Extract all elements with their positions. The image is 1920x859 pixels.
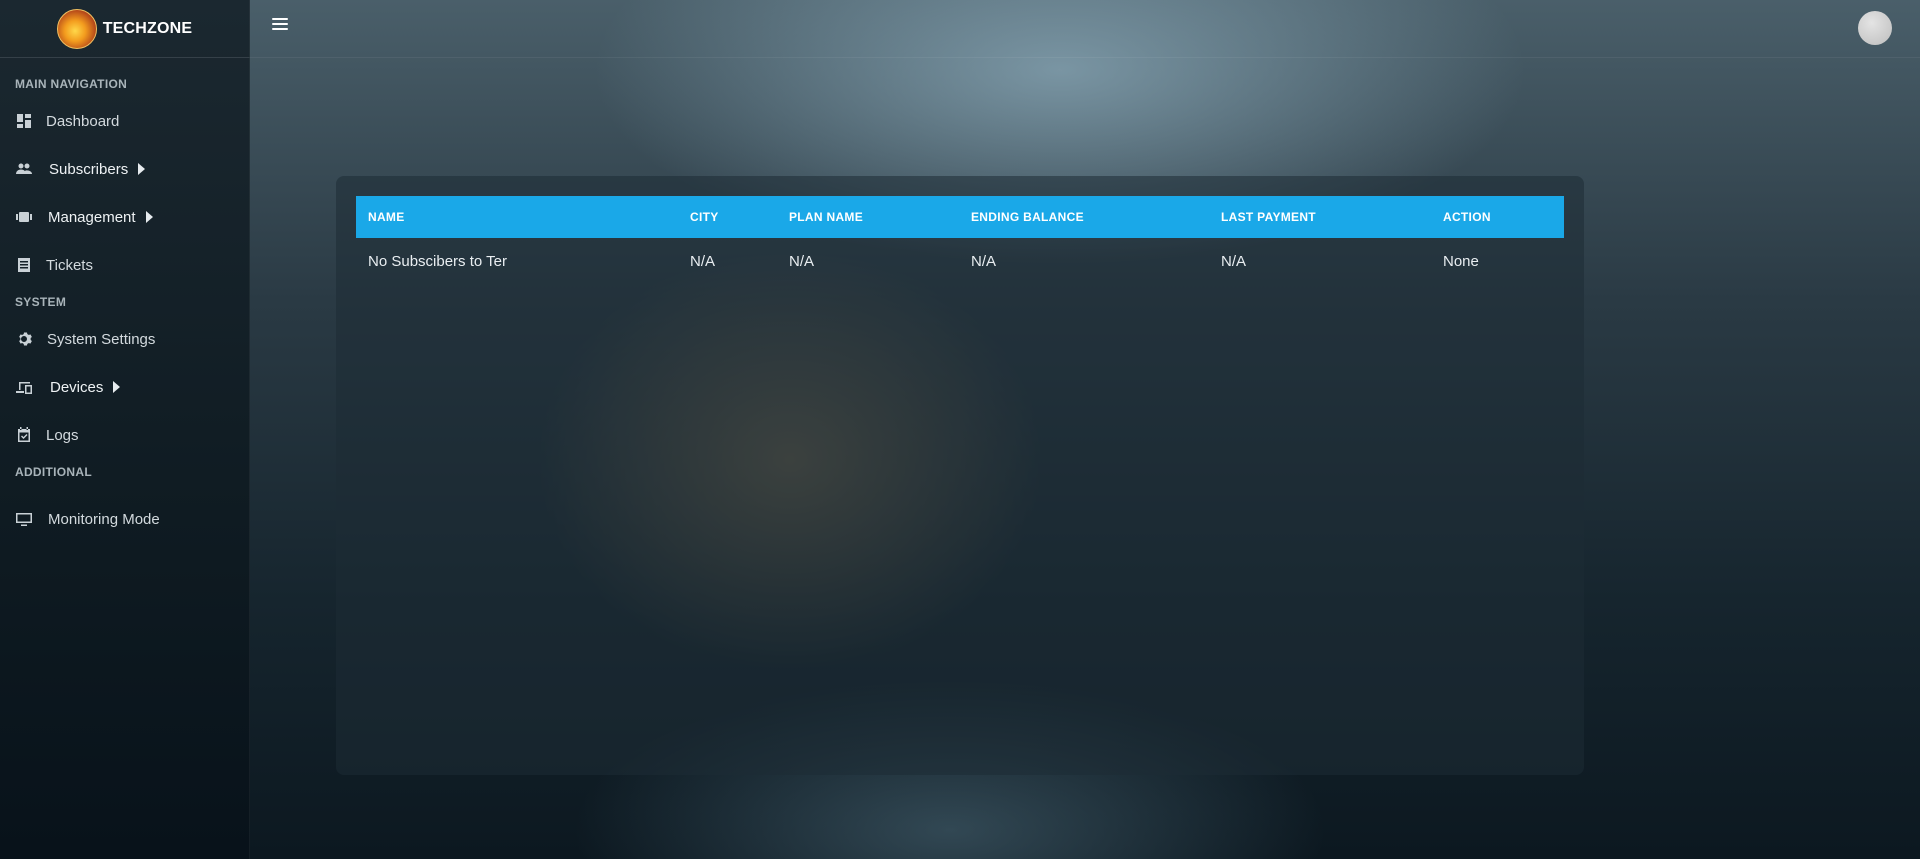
section-label-system: SYSTEM bbox=[15, 295, 67, 309]
sidebar-item-tickets[interactable]: Tickets bbox=[0, 241, 249, 289]
film-icon bbox=[16, 209, 32, 225]
calendar-check-icon bbox=[16, 427, 32, 443]
sidebar-item-system-settings[interactable]: System Settings bbox=[0, 315, 249, 363]
topbar bbox=[249, 0, 1920, 58]
sidebar-item-logs[interactable]: Logs bbox=[0, 411, 249, 459]
cell-ending-balance: N/A bbox=[971, 252, 997, 270]
column-header-name[interactable]: NAME bbox=[356, 196, 678, 238]
sidebar-item-label: Dashboard bbox=[46, 112, 120, 130]
sidebar-item-monitoring-mode[interactable]: Monitoring Mode bbox=[0, 495, 249, 543]
gear-icon bbox=[16, 331, 32, 347]
table-row: No Subscibers to Ter N/A N/A N/A N/A Non… bbox=[356, 238, 1564, 284]
column-header-action[interactable]: ACTION bbox=[1431, 196, 1564, 238]
section-label-additional: ADDITIONAL bbox=[15, 465, 92, 479]
cell-last-payment: N/A bbox=[1221, 252, 1247, 270]
chevron-right-icon bbox=[145, 211, 153, 223]
hamburger-menu-icon[interactable] bbox=[272, 18, 288, 32]
sidebar-item-subscribers[interactable]: Subscribers bbox=[0, 145, 249, 193]
cell-name: No Subscibers to Ter bbox=[368, 252, 507, 270]
column-header-plan-name[interactable]: PLAN NAME bbox=[777, 196, 959, 238]
sidebar-item-label: Monitoring Mode bbox=[48, 510, 160, 528]
column-header-city[interactable]: CITY bbox=[678, 196, 777, 238]
people-icon bbox=[16, 161, 32, 177]
sidebar-item-management[interactable]: Management bbox=[0, 193, 249, 241]
cell-plan-name: N/A bbox=[789, 252, 815, 270]
sidebar: TECHZONE MAIN NAVIGATION Dashboard Subsc… bbox=[0, 0, 250, 859]
brand[interactable]: TECHZONE bbox=[0, 0, 249, 58]
sidebar-item-label: Logs bbox=[46, 426, 79, 444]
sidebar-item-label: System Settings bbox=[47, 330, 156, 348]
sidebar-item-dashboard[interactable]: Dashboard bbox=[0, 97, 249, 145]
subscribers-card: NAME CITY PLAN NAME ENDING BALANCE LAST … bbox=[336, 176, 1584, 775]
brand-name: TECHZONE bbox=[102, 19, 193, 37]
dashboard-icon bbox=[16, 113, 32, 129]
chevron-right-icon bbox=[113, 381, 121, 393]
sidebar-item-label: Devices bbox=[50, 378, 104, 396]
chevron-right-icon bbox=[138, 163, 146, 175]
table-header-row: NAME CITY PLAN NAME ENDING BALANCE LAST … bbox=[356, 196, 1564, 238]
list-icon bbox=[16, 257, 32, 273]
monitor-icon bbox=[16, 511, 32, 527]
section-label-main-navigation: MAIN NAVIGATION bbox=[15, 77, 128, 91]
cell-city: N/A bbox=[690, 252, 716, 270]
sidebar-item-devices[interactable]: Devices bbox=[0, 363, 249, 411]
devices-icon bbox=[16, 379, 32, 395]
column-header-last-payment[interactable]: LAST PAYMENT bbox=[1209, 196, 1431, 238]
avatar[interactable] bbox=[1858, 11, 1892, 45]
cell-action: None bbox=[1443, 252, 1479, 270]
sidebar-item-label: Management bbox=[48, 208, 136, 226]
sidebar-item-label: Subscribers bbox=[49, 160, 129, 178]
sidebar-item-label: Tickets bbox=[46, 256, 93, 274]
subscribers-table: NAME CITY PLAN NAME ENDING BALANCE LAST … bbox=[356, 196, 1564, 284]
brand-logo bbox=[56, 8, 97, 49]
column-header-ending-balance[interactable]: ENDING BALANCE bbox=[959, 196, 1209, 238]
